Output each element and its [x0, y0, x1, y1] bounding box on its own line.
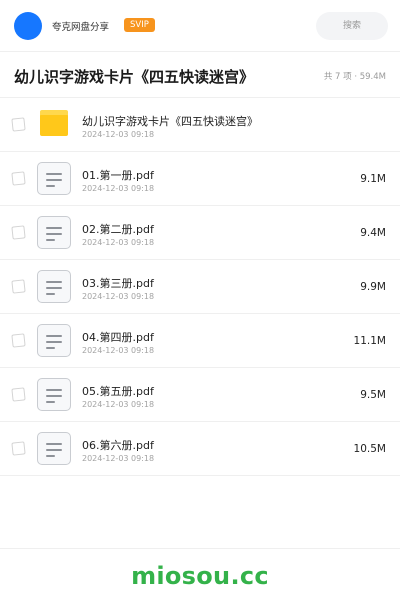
item-name[interactable]: 04.第四册.pdf: [82, 329, 154, 345]
folder-icon: [40, 110, 68, 136]
checkbox[interactable]: [11, 441, 26, 456]
item-name[interactable]: 06.第六册.pdf: [82, 437, 154, 453]
item-size: 11.1M: [353, 335, 386, 347]
item-date: 2024-12-03 09:18: [82, 400, 155, 409]
watermark-brand: miosou.cc: [131, 562, 269, 590]
item-size: 10.5M: [353, 443, 386, 455]
folder-meta: 共 7 项 · 59.4M: [323, 72, 386, 82]
user-name[interactable]: 夸克网盘分享: [52, 19, 109, 33]
svip-badge: SVIP: [124, 18, 155, 32]
avatar[interactable]: [14, 12, 42, 40]
item-size: 9.4M: [360, 227, 386, 239]
document-icon: [37, 378, 71, 411]
item-date: 2024-12-03 09:18: [82, 130, 155, 139]
item-name[interactable]: 03.第三册.pdf: [82, 275, 154, 291]
item-name[interactable]: 01.第一册.pdf: [82, 167, 154, 183]
item-size: 9.5M: [360, 389, 386, 401]
list-item[interactable]: 06.第六册.pdf 2024-12-03 09:18 10.5M: [0, 422, 400, 476]
item-date: 2024-12-03 09:18: [82, 238, 155, 247]
list-item[interactable]: 04.第四册.pdf 2024-12-03 09:18 11.1M: [0, 314, 400, 368]
list-item[interactable]: 03.第三册.pdf 2024-12-03 09:18 9.9M: [0, 260, 400, 314]
checkbox[interactable]: [11, 171, 26, 186]
list-item[interactable]: 01.第一册.pdf 2024-12-03 09:18 9.1M: [0, 152, 400, 206]
checkbox[interactable]: [11, 333, 26, 348]
search-input[interactable]: [316, 12, 388, 40]
list-item[interactable]: 05.第五册.pdf 2024-12-03 09:18 9.5M: [0, 368, 400, 422]
item-date: 2024-12-03 09:18: [82, 454, 155, 463]
file-list: 幼儿识字游戏卡片《四五快读迷宫》 2024-12-03 09:18 01.第一册…: [0, 98, 400, 476]
checkbox[interactable]: [11, 387, 26, 402]
document-icon: [37, 162, 71, 195]
item-date: 2024-12-03 09:18: [82, 184, 155, 193]
item-size: 9.1M: [360, 173, 386, 185]
item-date: 2024-12-03 09:18: [82, 346, 155, 355]
item-name[interactable]: 幼儿识字游戏卡片《四五快读迷宫》: [82, 113, 258, 129]
list-item[interactable]: 02.第二册.pdf 2024-12-03 09:18 9.4M: [0, 206, 400, 260]
checkbox[interactable]: [11, 279, 26, 294]
checkbox[interactable]: [11, 225, 26, 240]
item-name[interactable]: 05.第五册.pdf: [82, 383, 154, 399]
document-icon: [37, 270, 71, 303]
document-icon: [37, 216, 71, 249]
footer-divider: [0, 548, 400, 549]
folder-header: 幼儿识字游戏卡片《四五快读迷宫》 共 7 项 · 59.4M: [0, 52, 400, 98]
document-icon: [37, 432, 71, 465]
document-icon: [37, 324, 71, 357]
item-name[interactable]: 02.第二册.pdf: [82, 221, 154, 237]
checkbox[interactable]: [11, 117, 26, 132]
list-item[interactable]: 幼儿识字游戏卡片《四五快读迷宫》 2024-12-03 09:18: [0, 98, 400, 152]
top-bar: 夸克网盘分享 SVIP: [0, 0, 400, 52]
item-size: 9.9M: [360, 281, 386, 293]
page-title: 幼儿识字游戏卡片《四五快读迷宫》: [14, 68, 255, 86]
item-date: 2024-12-03 09:18: [82, 292, 155, 301]
